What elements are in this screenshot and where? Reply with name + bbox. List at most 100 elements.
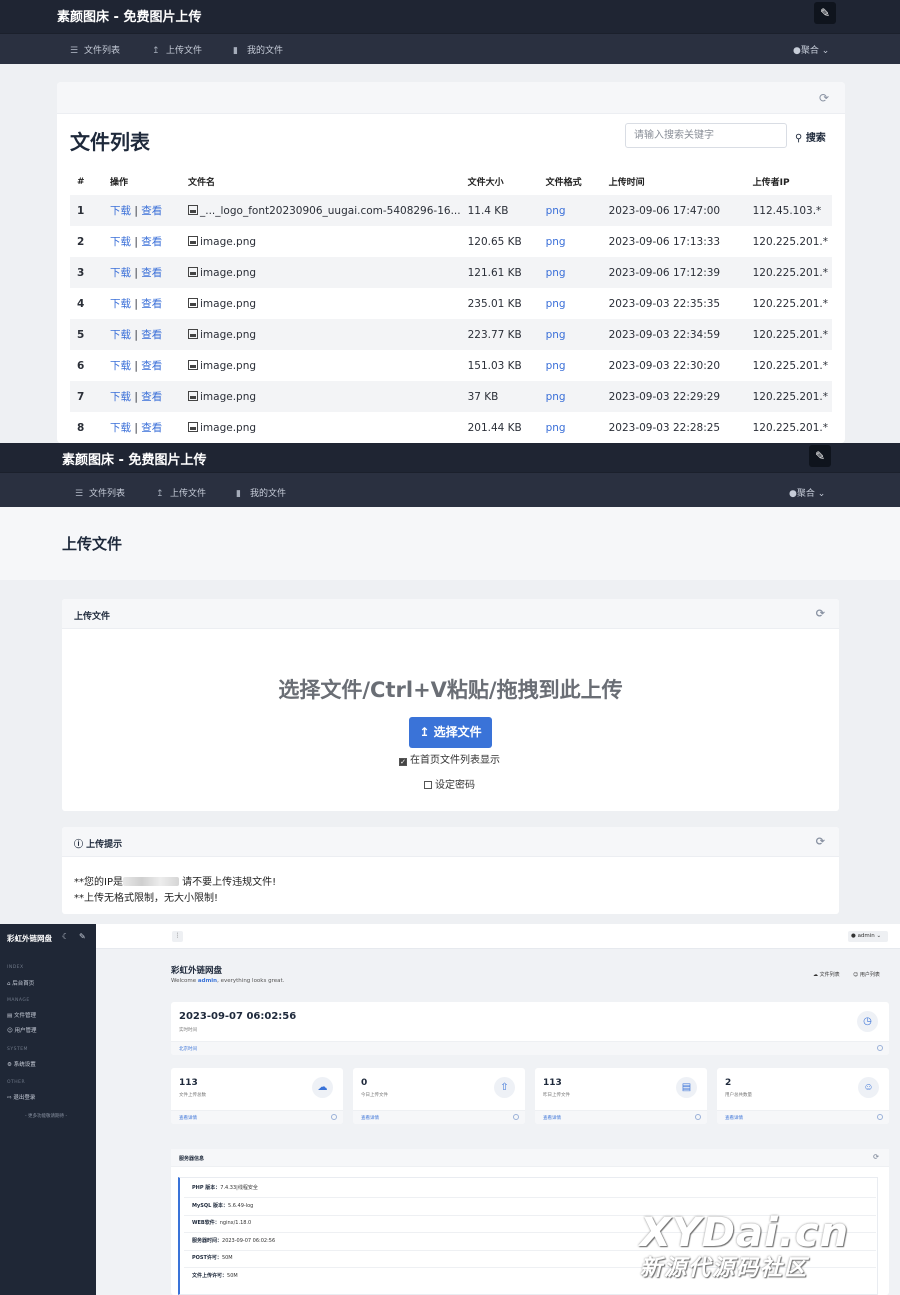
format-link[interactable]: png — [546, 236, 566, 248]
admin-top-bar: ⋮ ● admin ⌄ — [96, 924, 900, 949]
col-num: # — [77, 176, 85, 187]
format-link[interactable]: png — [546, 298, 566, 310]
format-link[interactable]: png — [546, 360, 566, 372]
nav-upload[interactable]: ↥ 上传文件 — [156, 486, 206, 499]
link-file-list[interactable]: ☁ 文件列表 — [813, 971, 840, 978]
theme-brush-icon[interactable]: ✎ — [809, 445, 831, 467]
format-link[interactable]: png — [546, 205, 566, 217]
user-menu[interactable]: ●聚合 ⌄ — [793, 43, 829, 56]
row-size: 201.44 KB — [467, 421, 522, 434]
upload-dropzone-hint[interactable]: 选择文件/Ctrl+V粘贴/拖拽到此上传 — [62, 674, 839, 704]
format-link[interactable]: png — [546, 329, 566, 341]
image-file-icon — [188, 266, 198, 277]
view-link[interactable]: 查看 — [141, 267, 162, 279]
sidebar-section-index: INDEX — [7, 965, 24, 970]
table-row: 8 下载 | 查看 image.png 201.44 KB png 2023-09-03 … — [70, 412, 832, 443]
download-link[interactable]: 下载 — [110, 422, 131, 434]
format-link[interactable]: png — [546, 422, 566, 434]
search-input[interactable] — [625, 123, 787, 148]
stat-value: 113 — [543, 1078, 562, 1088]
server-info-row: MySQL 版本：5.6.49-log — [192, 1202, 254, 1209]
menu-toggle-icon[interactable]: ⋮ — [172, 931, 183, 942]
refresh-icon[interactable]: ⟳ — [816, 835, 825, 848]
row-size: 11.4 KB — [460, 195, 539, 226]
page-title: 上传文件 — [62, 535, 123, 553]
row-time: 2023-09-03 22:30:20 — [608, 359, 721, 372]
stat-foot-link[interactable]: 查看详情 — [171, 1110, 343, 1124]
view-link[interactable]: 查看 — [141, 360, 162, 372]
sidebar-item-users[interactable]: ☺ 用户管理 — [7, 1026, 37, 1034]
view-link[interactable]: 查看 — [141, 391, 162, 403]
nav-file-list[interactable]: ☰ 文件列表 — [75, 486, 125, 499]
download-link[interactable]: 下载 — [110, 267, 131, 279]
server-info-title: 服务器信息 ⟳ — [171, 1149, 889, 1167]
image-file-icon — [188, 421, 198, 432]
tip-ip: **您的IP是 请不要上传违规文件! — [74, 877, 277, 888]
refresh-icon[interactable]: ⟳ — [816, 607, 825, 620]
sidebar-item-logout[interactable]: ⇨ 退出登录 — [7, 1093, 35, 1101]
theme-brush-icon[interactable]: ✎ — [814, 2, 836, 24]
nav-my-files[interactable]: ▮ 我的文件 — [236, 486, 286, 499]
view-link[interactable]: 查看 — [141, 422, 162, 434]
user-menu[interactable]: ●聚合 ⌄ — [789, 486, 825, 499]
download-link[interactable]: 下载 — [110, 360, 131, 372]
brush-icon[interactable]: ✎ — [79, 932, 86, 941]
download-link[interactable]: 下载 — [110, 298, 131, 310]
download-link[interactable]: 下载 — [110, 236, 131, 248]
format-link[interactable]: png — [546, 267, 566, 279]
page-title: 文件列表 — [70, 130, 150, 154]
nav-my-files[interactable]: ▮ 我的文件 — [233, 43, 283, 56]
download-link[interactable]: 下载 — [110, 391, 131, 403]
upload-icon: ↥ — [419, 725, 430, 739]
image-file-icon — [188, 235, 198, 246]
nav-upload[interactable]: ↥ 上传文件 — [152, 43, 202, 56]
table-row: 6 下载 | 查看 image.png 151.03 KB png 2023-09-03 … — [70, 350, 832, 381]
sidebar-section-system: SYSTEM — [7, 1047, 28, 1052]
link-user-list[interactable]: ☺ 用户列表 — [853, 971, 880, 978]
row-ip: 112.45.103.* — [745, 195, 832, 226]
stat-foot-link[interactable]: 查看详情 — [353, 1110, 525, 1124]
stat-card: 0 今日上传文件 ⇧ 查看详情 — [353, 1068, 525, 1124]
set-password-checkbox[interactable]: 设定密码 — [424, 776, 475, 791]
checkbox-checked-icon: ✓ — [399, 758, 407, 766]
row-format: png — [538, 195, 602, 226]
sidebar-item-settings[interactable]: ⚙ 系统设置 — [7, 1060, 36, 1068]
search-button[interactable]: ⚲ 搜索 — [795, 129, 826, 144]
admin-user-menu[interactable]: ● admin ⌄ — [848, 931, 888, 942]
format-link[interactable]: png — [546, 391, 566, 403]
sidebar-item-files[interactable]: ▤ 文件管理 — [7, 1011, 36, 1019]
refresh-icon[interactable]: ⟳ — [873, 1153, 879, 1161]
file-table: # 操作 文件名 文件大小 文件格式 上传时间 上传者IP 1 下载 | 查看 _.… — [70, 168, 832, 443]
file-icon: ▮ — [233, 46, 238, 56]
user-icon: ● — [793, 46, 801, 56]
row-actions: 下载 | 查看 — [103, 381, 181, 412]
row-time: 2023-09-03 22:28:25 — [608, 421, 721, 434]
row-ip: 120.225.201.* — [752, 297, 828, 310]
row-format: png — [538, 257, 602, 288]
refresh-icon[interactable]: ⟳ — [819, 91, 829, 105]
row-ip: 120.225.201.* — [745, 257, 832, 288]
view-link[interactable]: 查看 — [141, 205, 162, 217]
download-link[interactable]: 下载 — [110, 205, 131, 217]
time-value: 2023-09-07 06:02:56 — [179, 1011, 297, 1022]
row-format: png — [538, 381, 602, 412]
row-size: 151.03 KB — [467, 359, 522, 372]
sidebar-item-home[interactable]: ⌂ 后台首页 — [7, 979, 34, 987]
view-link[interactable]: 查看 — [141, 236, 162, 248]
view-link[interactable]: 查看 — [141, 298, 162, 310]
search-icon: ⚲ — [795, 133, 803, 144]
show-on-home-checkbox[interactable]: ✓ 在首页文件列表显示 — [399, 751, 500, 766]
stat-foot-link[interactable]: 查看详情 — [717, 1110, 889, 1124]
choose-file-button[interactable]: ↥ 选择文件 — [409, 717, 492, 748]
image-file-icon — [188, 297, 198, 308]
row-number: 4 — [77, 297, 85, 310]
nav-bar: ☰ 文件列表 ↥ 上传文件 ▮ 我的文件 ●聚合 ⌄ — [0, 33, 900, 64]
row-filename: image.png — [181, 257, 461, 288]
nav-file-list[interactable]: ☰ 文件列表 — [70, 43, 120, 56]
moon-icon[interactable]: ☾ — [62, 932, 69, 941]
view-link[interactable]: 查看 — [141, 329, 162, 341]
table-row: 3 下载 | 查看 image.png 121.61 KB png 2023-09-06 … — [70, 257, 832, 288]
row-actions: 下载 | 查看 — [110, 236, 163, 248]
download-link[interactable]: 下载 — [110, 329, 131, 341]
stat-foot-link[interactable]: 查看详情 — [535, 1110, 707, 1124]
